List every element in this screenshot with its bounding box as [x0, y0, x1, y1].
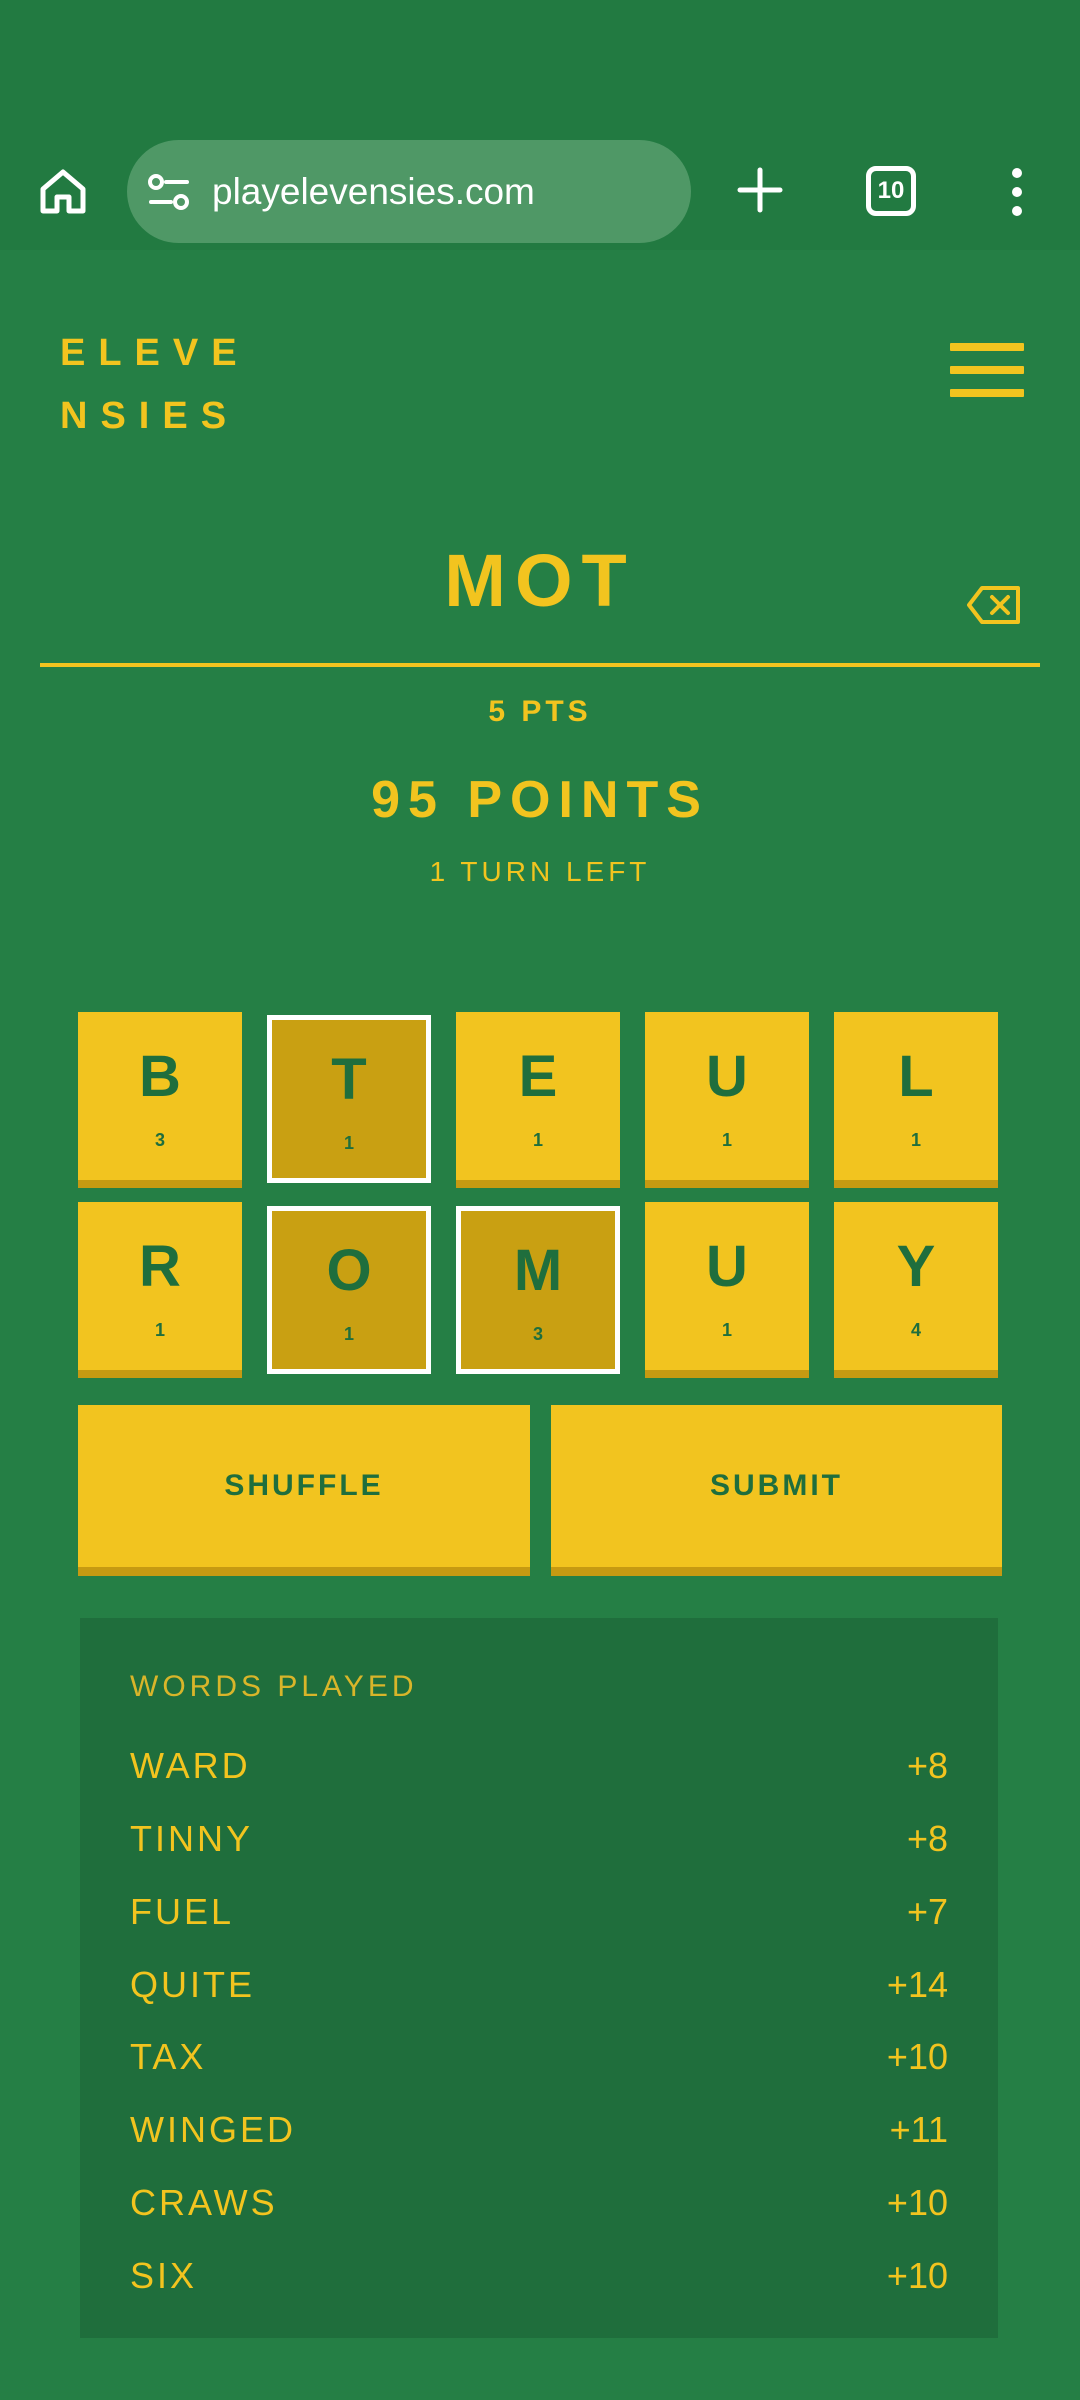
plus-icon: [737, 167, 783, 213]
tile-letter: Y: [896, 1234, 936, 1299]
words-played-title: WORDS PLAYED: [130, 1670, 418, 1703]
word-row: WARD +8: [130, 1745, 948, 1801]
word-text: WARD: [130, 1745, 251, 1786]
tile-letter: B: [139, 1044, 181, 1109]
words-played-panel[interactable]: WORDS PLAYED WARD +8 TINNY +8 FUEL +7 QU…: [80, 1618, 998, 2338]
word-text: WINGED: [130, 2109, 296, 2150]
tile-letter: O: [326, 1238, 372, 1303]
site-logo[interactable]: ELEVE NSIES: [60, 322, 250, 448]
letter-tile[interactable]: Y 4: [834, 1202, 998, 1370]
tile-score: 3: [532, 1324, 543, 1344]
tile-score: 1: [154, 1320, 165, 1340]
tile-score: 1: [910, 1130, 921, 1150]
hamburger-icon: [950, 343, 1024, 351]
word-score: +10: [886, 2182, 948, 2223]
tile-score: 1: [532, 1130, 543, 1150]
word-text: QUITE: [130, 1964, 256, 2005]
total-points: 95 POINTS: [371, 771, 709, 829]
word-text: FUEL: [130, 1891, 235, 1932]
home-button[interactable]: [34, 162, 92, 220]
word-row: FUEL +7: [130, 1891, 948, 1947]
word-score: +11: [889, 2109, 948, 2150]
tile-score: 1: [343, 1133, 354, 1153]
word-score: +8: [906, 1818, 948, 1859]
tile-letter: R: [139, 1234, 181, 1299]
logo-line-2: NSIES: [60, 395, 240, 437]
backspace-icon: [967, 586, 1020, 624]
letter-tile[interactable]: O 1: [267, 1206, 431, 1374]
word-score: +7: [906, 1891, 948, 1932]
shuffle-button[interactable]: SHUFFLE: [78, 1405, 530, 1567]
tile-letter: L: [898, 1044, 934, 1109]
tab-count: 10: [877, 177, 905, 204]
word-score: +14: [886, 1964, 948, 2005]
word-text: TAX: [130, 2036, 207, 2077]
word-points: 5 PTS: [488, 695, 592, 728]
word-score: +10: [886, 2255, 948, 2296]
letter-tile[interactable]: T 1: [267, 1015, 431, 1183]
letter-tile[interactable]: B 3: [78, 1012, 242, 1180]
current-word: MOT: [444, 539, 636, 622]
word-row: WINGED +11: [130, 2109, 948, 2165]
more-vert-icon: [1012, 168, 1022, 216]
tile-letter: M: [513, 1238, 563, 1303]
logo-line-1: ELEVE: [60, 332, 250, 374]
word-text: CRAWS: [130, 2182, 278, 2223]
letter-tile[interactable]: M 3: [456, 1206, 620, 1374]
backspace-button[interactable]: [966, 585, 1022, 625]
word-text: TINNY: [130, 1818, 253, 1859]
new-tab-button[interactable]: [732, 162, 788, 218]
tile-letter: T: [331, 1047, 367, 1112]
letter-tile[interactable]: E 1: [456, 1012, 620, 1180]
word-row: TAX +10: [130, 2036, 948, 2092]
tile-letter: U: [706, 1044, 748, 1109]
tabs-button[interactable]: 10: [866, 166, 916, 216]
site-settings-icon[interactable]: [147, 172, 191, 212]
url-text[interactable]: playelevensies.com: [212, 166, 535, 218]
submit-button[interactable]: SUBMIT: [551, 1405, 1002, 1567]
tile-score: 1: [721, 1320, 732, 1340]
tile-letter: E: [518, 1044, 558, 1109]
letter-tile[interactable]: L 1: [834, 1012, 998, 1180]
word-underline: [40, 663, 1040, 667]
word-score: +10: [886, 2036, 948, 2077]
turns-left: 1 TURN LEFT: [429, 856, 651, 887]
more-menu-button[interactable]: [1000, 164, 1034, 220]
letter-tile[interactable]: U 1: [645, 1012, 809, 1180]
word-score: +8: [906, 1745, 948, 1786]
word-row: CRAWS +10: [130, 2182, 948, 2238]
word-row: QUITE +14: [130, 1964, 948, 2020]
tile-score: 4: [910, 1320, 921, 1340]
hamburger-menu-button[interactable]: [950, 343, 1024, 397]
word-text: SIX: [130, 2255, 198, 2296]
word-row: SIX +10: [130, 2255, 948, 2311]
tile-score: 3: [154, 1130, 165, 1150]
home-icon: [40, 169, 86, 214]
tile-score: 1: [343, 1324, 354, 1344]
letter-tile[interactable]: U 1: [645, 1202, 809, 1370]
letter-tile[interactable]: R 1: [78, 1202, 242, 1370]
word-row: TINNY +8: [130, 1818, 948, 1874]
tile-score: 1: [721, 1130, 732, 1150]
tile-letter: U: [706, 1234, 748, 1299]
